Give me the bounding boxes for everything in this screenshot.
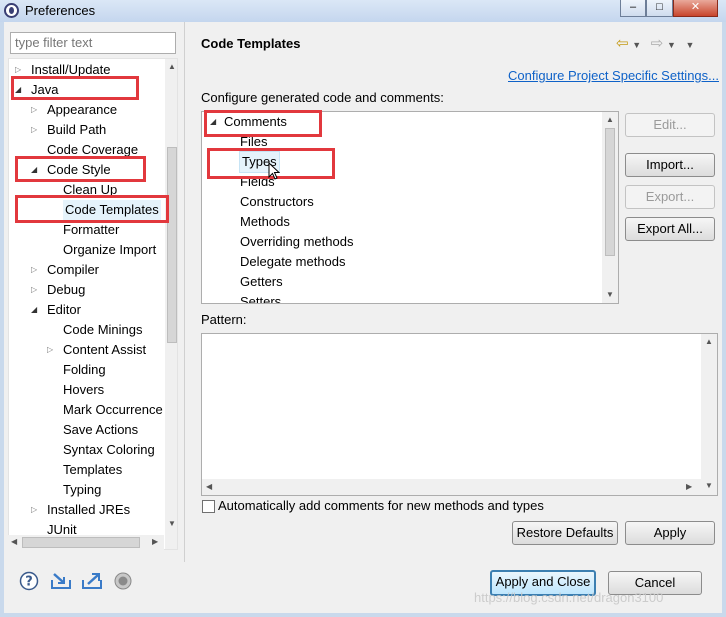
code-templates-tree: ◢ Comments Files Types Fields Constructors Met… <box>201 111 619 304</box>
annotation-box-code-templates <box>15 195 169 223</box>
pattern-editor[interactable]: ▲ ▼ ◀ ▶ <box>201 333 718 496</box>
dialog-client: type filter text ▷ Install/Update ◢ Java ▷ Ap… <box>4 22 722 613</box>
pattern-label: Pattern: <box>201 312 247 327</box>
template-item-label: Getters <box>240 274 283 289</box>
preferences-tree: ▷ Install/Update ◢ Java ▷ Appearance ▷ Build Pa… <box>8 58 178 550</box>
expanded-arrow-icon[interactable]: ◢ <box>31 300 41 320</box>
tree-item-label: Appearance <box>47 102 118 117</box>
export-button[interactable]: Export... <box>625 185 715 209</box>
tree-item-label: Build Path <box>47 122 107 137</box>
scroll-left-icon[interactable]: ◀ <box>206 482 212 491</box>
scroll-up-icon[interactable]: ▲ <box>168 62 176 71</box>
pattern-horizontal-scrollbar[interactable]: ◀ ▶ <box>202 479 701 495</box>
auto-comment-label[interactable]: Automatically add comments for new metho… <box>218 498 544 513</box>
maximize-button[interactable]: □ <box>646 0 673 17</box>
collapsed-arrow-icon[interactable]: ▷ <box>31 260 41 280</box>
scroll-down-icon[interactable]: ▼ <box>705 481 713 490</box>
tree-vertical-scrollbar[interactable]: ▲ ▼ <box>165 59 177 549</box>
edit-button[interactable]: Edit... <box>625 113 715 137</box>
annotation-box-code-style <box>15 156 146 182</box>
tree-item-label: Hovers <box>63 382 105 397</box>
annotation-box-java <box>11 76 139 100</box>
templates-scroll-thumb[interactable] <box>605 128 615 256</box>
collapsed-arrow-icon[interactable]: ▷ <box>31 500 41 520</box>
template-item-label: Delegate methods <box>240 254 346 269</box>
scroll-right-icon[interactable]: ▶ <box>686 482 692 491</box>
tree-item-label: Installed JREs <box>47 502 131 517</box>
annotation-box-comments <box>204 110 322 137</box>
template-item-label: Methods <box>240 214 290 229</box>
panel-divider[interactable] <box>184 22 185 562</box>
watermark-text: https://blog.csdn.net/dragon3100 <box>474 590 664 605</box>
minimize-button[interactable]: – <box>620 0 646 17</box>
tree-item-label: Debug <box>47 282 86 297</box>
tree-item-label: Folding <box>63 362 106 377</box>
scroll-down-icon[interactable]: ▼ <box>168 519 176 528</box>
tree-item-label: Organize Import <box>63 242 157 257</box>
mouse-cursor-icon <box>268 161 281 183</box>
title-bar: Preferences – □ ✕ <box>0 0 726 22</box>
tree-item-label: Templates <box>63 462 123 477</box>
collapsed-arrow-icon[interactable]: ▷ <box>31 120 41 140</box>
navigation-toolbar: ⇦ ▼ ⇨ ▼ ▼ <box>616 34 694 52</box>
forward-icon[interactable]: ⇨ <box>651 35 664 52</box>
template-item-label: Overriding methods <box>240 234 354 249</box>
filter-input[interactable]: type filter text <box>10 32 176 54</box>
eclipse-app-icon <box>4 3 19 18</box>
export-prefs-icon[interactable] <box>81 571 102 591</box>
tree-item-label: Typing <box>63 482 102 497</box>
template-item-label: Constructors <box>240 194 314 209</box>
collapsed-arrow-icon[interactable]: ▷ <box>31 280 41 300</box>
apply-button[interactable]: Apply <box>625 521 715 545</box>
scroll-down-icon[interactable]: ▼ <box>606 290 614 299</box>
tree-hscroll-thumb[interactable] <box>22 537 140 548</box>
window-title: Preferences <box>25 3 96 18</box>
page-title: Code Templates <box>201 36 301 51</box>
oomph-record-icon[interactable] <box>113 571 133 591</box>
back-icon[interactable]: ⇦ <box>616 35 629 52</box>
forward-menu-icon[interactable]: ▼ <box>667 40 676 50</box>
back-menu-icon[interactable]: ▼ <box>632 40 641 50</box>
tree-horizontal-scrollbar[interactable]: ◀ ▶ <box>8 535 164 550</box>
help-icon[interactable]: ? <box>19 571 39 591</box>
tree-item-label: Content Assist <box>63 342 147 357</box>
tree-item-label: Syntax Coloring <box>63 442 155 457</box>
tree-item-label: Editor <box>47 302 81 317</box>
collapsed-arrow-icon[interactable]: ▷ <box>31 100 41 120</box>
scroll-up-icon[interactable]: ▲ <box>705 337 713 346</box>
scroll-up-icon[interactable]: ▲ <box>606 115 614 124</box>
description-label: Configure generated code and comments: <box>201 90 444 105</box>
close-button[interactable]: ✕ <box>673 0 718 17</box>
auto-comment-checkbox[interactable] <box>202 500 215 513</box>
tree-item-label: Save Actions <box>63 422 139 437</box>
scroll-right-icon[interactable]: ▶ <box>152 537 158 546</box>
svg-text:?: ? <box>25 575 33 590</box>
tree-item-label: Mark Occurrence <box>63 402 163 417</box>
import-button[interactable]: Import... <box>625 153 715 177</box>
export-all-button[interactable]: Export All... <box>625 217 715 241</box>
view-menu-icon[interactable]: ▼ <box>686 40 695 50</box>
templates-scrollbar[interactable]: ▲ ▼ <box>602 112 618 303</box>
tree-item-label: Code Minings <box>63 322 143 337</box>
collapsed-arrow-icon[interactable]: ▷ <box>47 340 57 360</box>
tree-scroll-thumb[interactable] <box>167 147 177 343</box>
restore-defaults-button[interactable]: Restore Defaults <box>512 521 618 545</box>
template-item-label: Setters <box>240 294 282 304</box>
tree-item-label: Compiler <box>47 262 100 277</box>
tree-item-label: Formatter <box>63 222 120 237</box>
scroll-left-icon[interactable]: ◀ <box>11 537 17 546</box>
import-prefs-icon[interactable] <box>50 571 71 591</box>
pattern-vertical-scrollbar[interactable]: ▲ ▼ <box>701 334 717 495</box>
configure-project-settings-link[interactable]: Configure Project Specific Settings... <box>508 68 719 83</box>
